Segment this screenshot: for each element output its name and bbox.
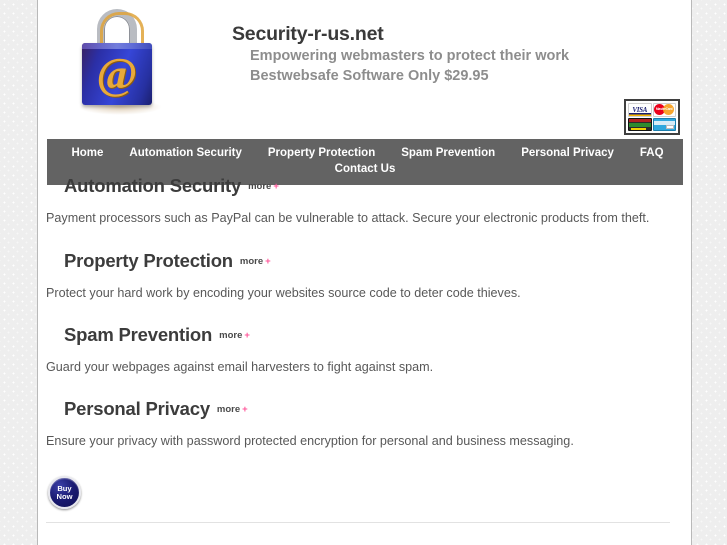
plus-icon: + [265,256,271,267]
section-body: Protect your hard work by encoding your … [46,286,521,300]
visa-card-icon: VISA [628,103,652,117]
section-title: Property Protection [64,250,233,271]
padlock-body: @ [82,43,152,105]
section-heading: Personal Privacy more + [64,398,683,424]
section-title: Personal Privacy [64,398,210,419]
section-body: Guard your webpages against email harves… [46,360,434,374]
more-label: more [248,181,272,192]
section-heading: Automation Security more + [64,175,683,201]
nav-personal-privacy[interactable]: Personal Privacy [508,145,627,161]
section-personal-privacy: Personal Privacy more + Ensure your privac… [46,398,683,449]
more-link[interactable]: more + [219,330,250,341]
section-heading: Spam Prevention more + [64,324,683,350]
plus-icon: + [244,330,250,341]
section-spam-prevention: Spam Prevention more + Guard your webpages… [46,324,683,375]
more-link[interactable]: more + [248,181,279,192]
section-title: Automation Security [64,175,242,196]
more-label: more [219,330,243,341]
buy-now-area: Buy Now [48,476,683,509]
nav-property-protection[interactable]: Property Protection [255,145,388,161]
more-link[interactable]: more + [240,256,271,267]
nav-home[interactable]: Home [53,145,116,161]
discover-card-icon [628,117,652,131]
section-automation-security: Automation Security more + Payment process… [46,175,683,226]
section-body: Payment processors such as PayPal can be… [46,211,650,225]
buy-now-line-2: Now [56,492,73,502]
at-symbol-icon: @ [96,49,138,98]
brand-block: Security-r-us.net Empowering webmasters … [232,22,569,86]
nav-automation-security[interactable]: Automation Security [116,145,254,161]
mastercard-card-icon: MasterCard [652,103,676,117]
page-sheet: @ Security-r-us.net Empowering webmaster… [37,0,692,545]
mastercard-circles: MasterCard [654,104,675,116]
accepted-cards-badge: VISA MasterCard [624,99,680,135]
amex-card-icon [652,117,676,131]
tagline-line-1: Empowering webmasters to protect their w… [250,48,570,64]
more-link[interactable]: more + [217,404,248,415]
more-label: more [239,256,264,267]
footer-divider [46,522,670,523]
plus-icon: + [242,404,248,415]
mastercard-label: MasterCard [655,107,673,112]
site-header: @ Security-r-us.net Empowering webmaster… [38,0,691,139]
padlock-at-icon: @ [76,9,164,121]
more-label: more [216,404,241,415]
visa-bar [629,112,651,116]
site-title: Security-r-us.net [232,23,384,45]
tagline-line-2: Bestwebsafe Software Only $29.95 [250,68,489,84]
section-body: Ensure your privacy with password protec… [46,434,574,448]
section-title: Spam Prevention [64,324,213,345]
buy-now-button[interactable]: Buy Now [48,476,81,509]
nav-spam-prevention[interactable]: Spam Prevention [388,145,508,161]
section-property-protection: Property Protection more + Protect your ha… [46,250,683,301]
plus-icon: + [273,181,279,192]
nav-faq[interactable]: FAQ [627,145,677,161]
section-heading: Property Protection more + [64,250,683,276]
main-content: Automation Security more + Payment process… [38,175,691,509]
